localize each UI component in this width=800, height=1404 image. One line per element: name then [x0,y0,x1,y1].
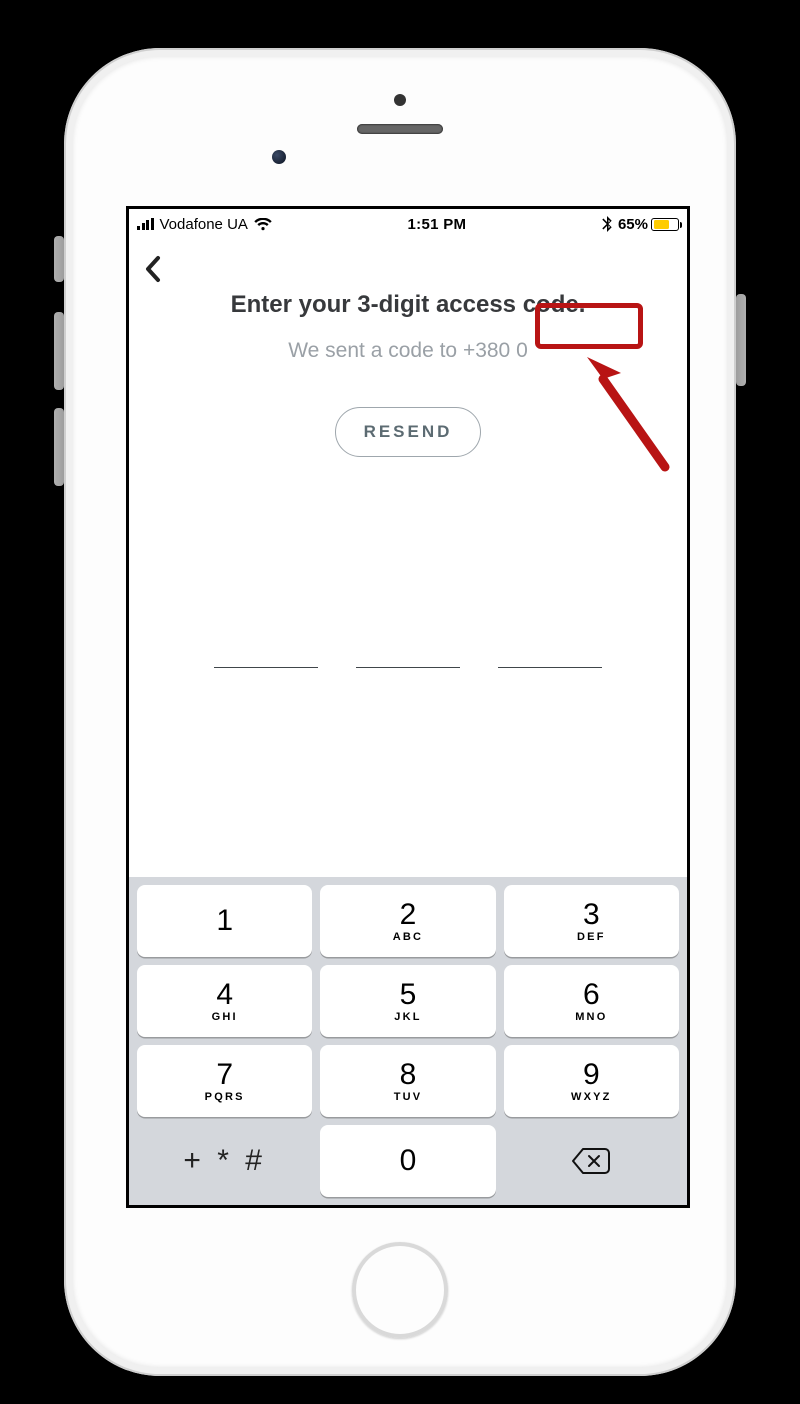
resend-button[interactable]: RESEND [335,407,482,457]
key-1[interactable]: 1 [137,885,312,957]
phone-number: +380 0 [463,339,528,362]
bluetooth-icon [602,216,612,232]
wifi-icon [254,218,272,231]
annotation-highlight-box [535,303,643,349]
key-symbols[interactable]: + * # [137,1125,312,1197]
key-2[interactable]: 2ABC [320,885,495,957]
proximity-sensor [272,150,286,164]
device-volume-down [54,408,64,486]
carrier-label: Vodafone UA [160,216,248,233]
device-mute-switch [54,236,64,282]
front-camera-dot [394,94,406,106]
subtitle-prefix: We sent a code to [288,339,463,362]
device-volume-up [54,312,64,390]
phone-screen: Vodafone UA 1:51 PM 65% [126,206,690,1208]
status-time: 1:51 PM [272,216,602,233]
battery-icon [651,218,679,231]
back-button[interactable] [143,255,673,283]
home-button[interactable] [352,1242,448,1338]
key-8[interactable]: 8TUV [320,1045,495,1117]
key-5[interactable]: 5JKL [320,965,495,1037]
status-bar: Vodafone UA 1:51 PM 65% [129,209,687,239]
code-digit-3[interactable] [498,667,602,668]
phone-bezel: Vodafone UA 1:51 PM 65% [72,56,728,1368]
key-3[interactable]: 3DEF [504,885,679,957]
code-digit-1[interactable] [214,667,318,668]
device-power-button [736,294,746,386]
key-9[interactable]: 9WXYZ [504,1045,679,1117]
key-backspace[interactable] [504,1125,679,1197]
phone-device-frame: Vodafone UA 1:51 PM 65% [64,48,736,1376]
code-digit-2[interactable] [356,667,460,668]
key-7[interactable]: 7PQRS [137,1045,312,1117]
key-6[interactable]: 6MNO [504,965,679,1037]
signal-bars-icon [137,218,154,230]
code-input-slots[interactable] [129,667,687,668]
battery-percent: 65% [618,216,648,233]
numeric-keypad: 1 2ABC 3DEF 4GHI 5JKL 6MNO 7PQRS 8TUV 9W… [129,877,687,1205]
earpiece-speaker [357,124,443,134]
key-4[interactable]: 4GHI [137,965,312,1037]
key-0[interactable]: 0 [320,1125,495,1197]
backspace-icon [571,1147,611,1175]
